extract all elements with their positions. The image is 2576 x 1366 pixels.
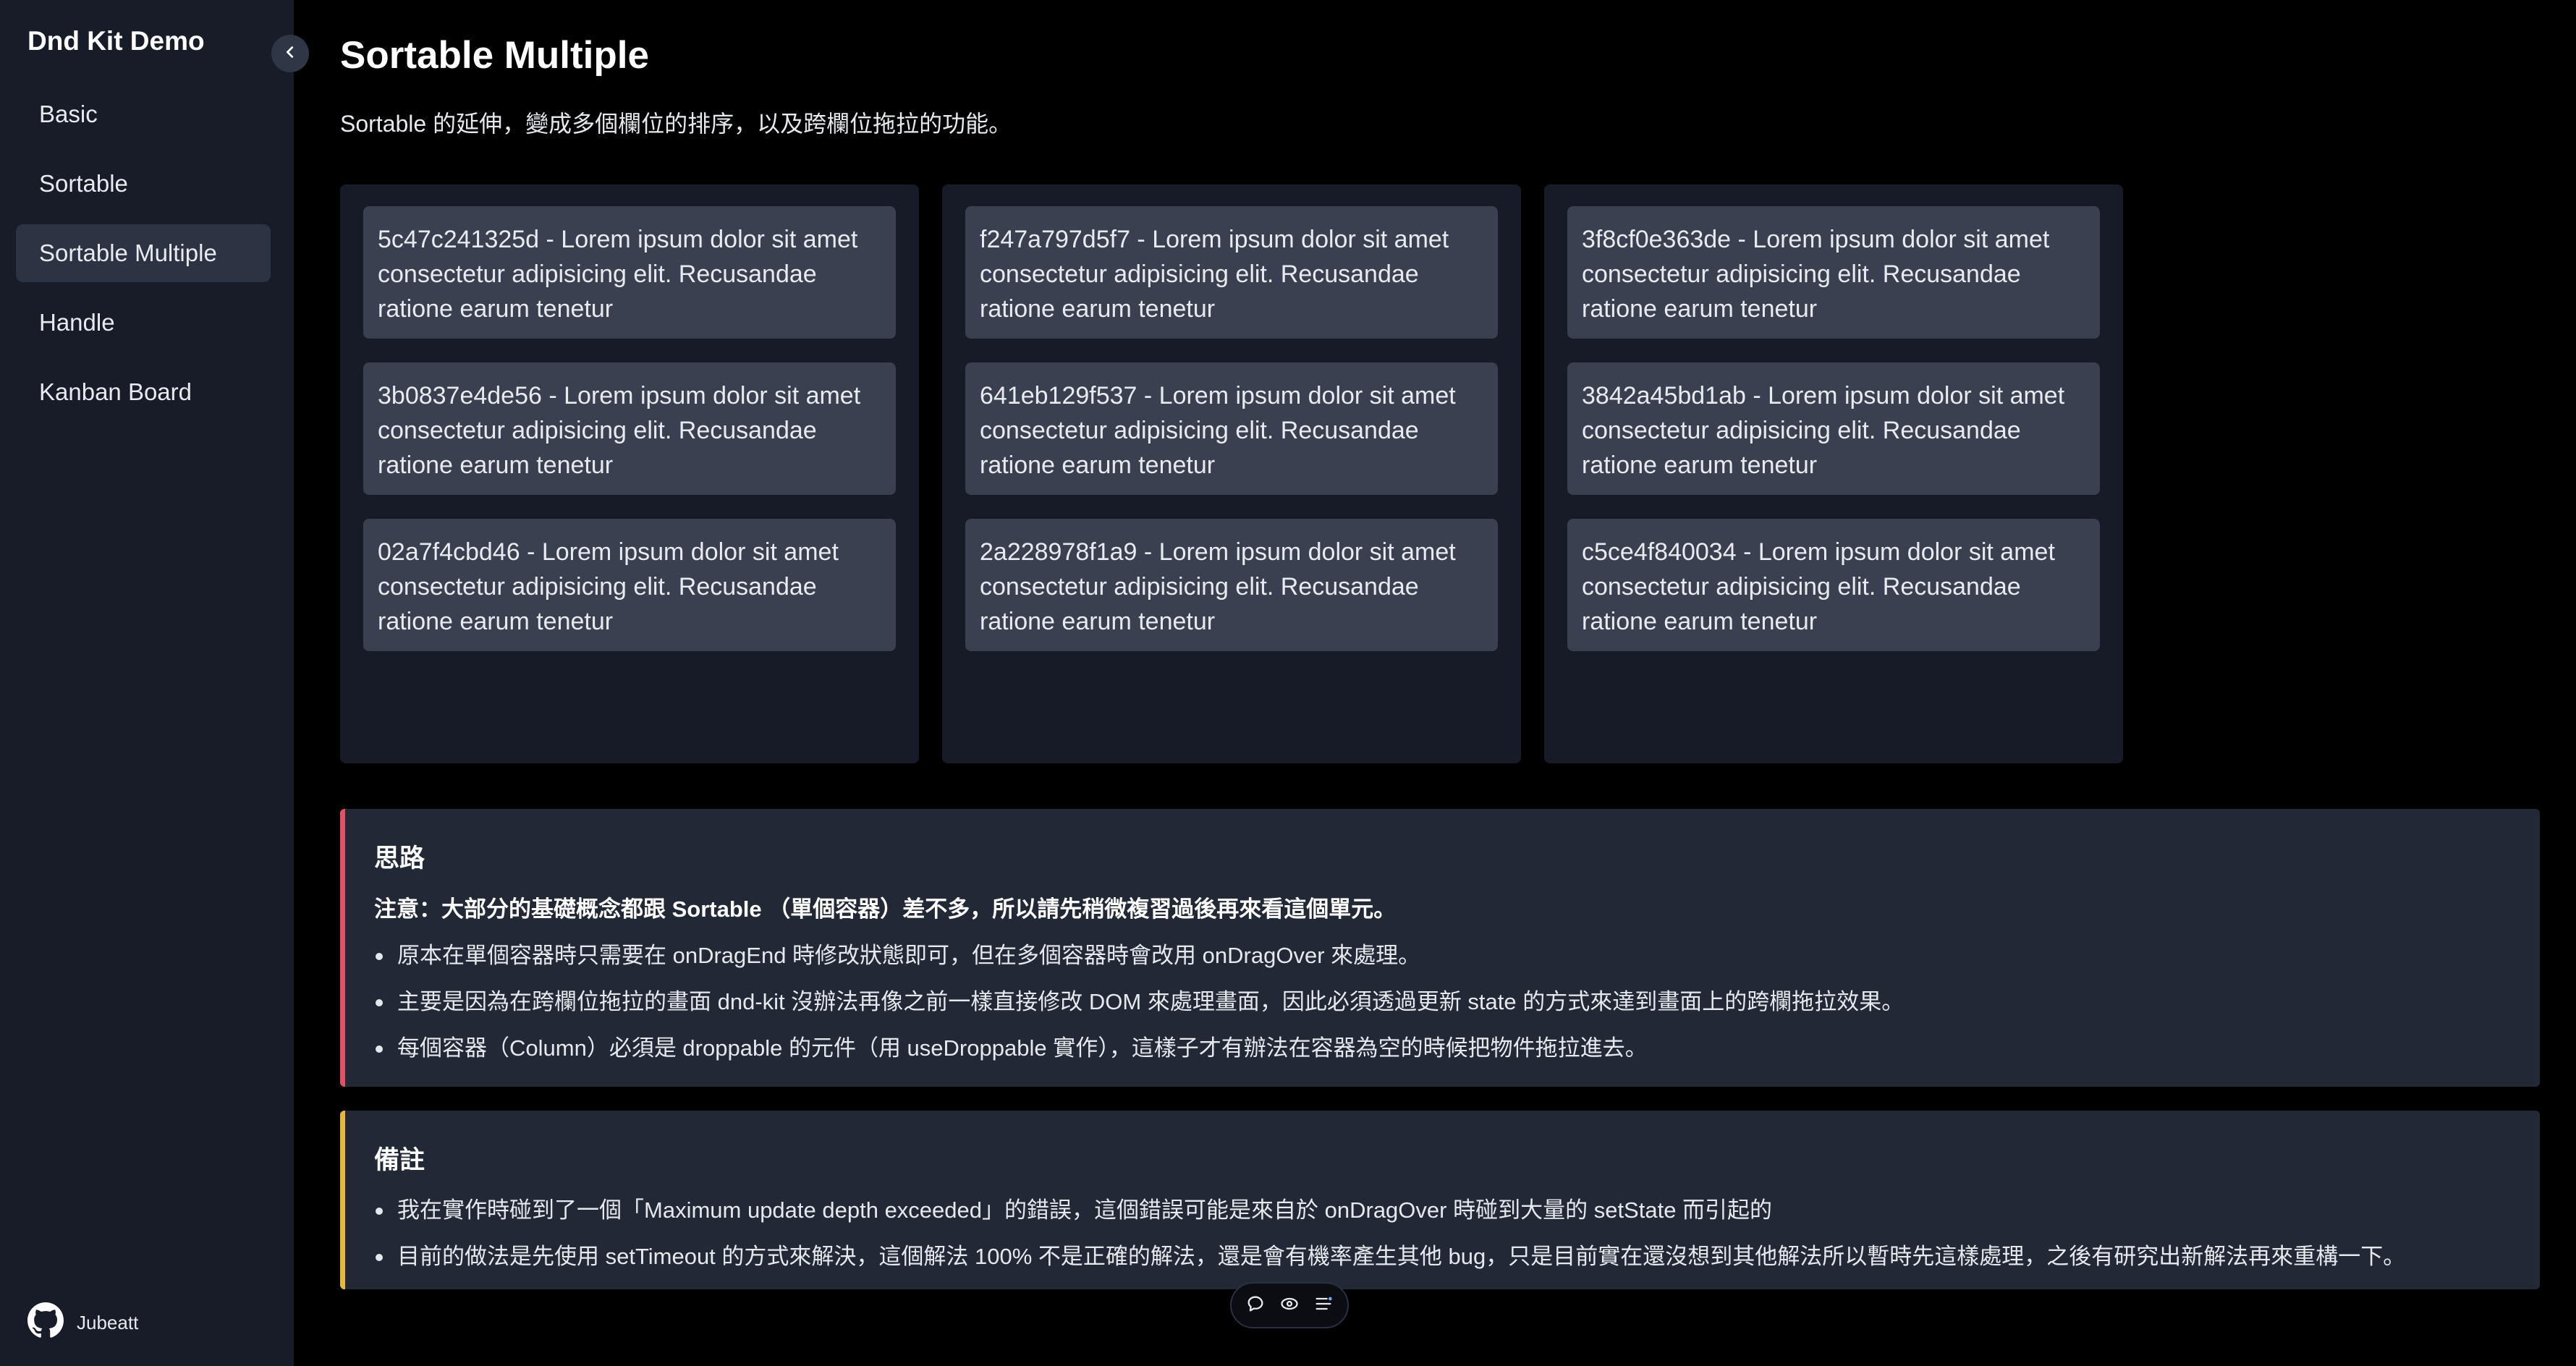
thoughts-note: 注意：大部分的基礎概念都跟 Sortable （單個容器）差不多，所以請先稍微複… — [374, 896, 1397, 922]
list-item: 目前的做法是先使用 setTimeout 的方式來解決，這個解法 100% 不是… — [374, 1239, 2540, 1285]
eye-icon[interactable] — [1279, 1294, 1300, 1318]
sortable-column-3[interactable]: 3f8cf0e363de - Lorem ipsum dolor sit ame… — [1544, 184, 2123, 763]
menu-icon[interactable] — [1313, 1294, 1334, 1318]
sidebar-item-sortable[interactable]: Sortable — [16, 155, 271, 213]
sidebar-collapse-button[interactable] — [271, 35, 309, 72]
github-icon — [27, 1302, 64, 1344]
sidebar-item-handle[interactable]: Handle — [16, 294, 271, 352]
sortable-card[interactable]: 2a228978f1a9 - Lorem ipsum dolor sit ame… — [965, 519, 1498, 651]
sortable-card[interactable]: 3f8cf0e363de - Lorem ipsum dolor sit ame… — [1567, 206, 2100, 339]
sortable-card[interactable]: 3842a45bd1ab - Lorem ipsum dolor sit ame… — [1567, 362, 2100, 495]
page-description: Sortable 的延伸，變成多個欄位的排序，以及跨欄位拖拉的功能。 — [340, 111, 1012, 137]
list-item: 每個容器（Column）必須是 droppable 的元件（用 useDropp… — [374, 1030, 2540, 1077]
sortable-card[interactable]: 5c47c241325d - Lorem ipsum dolor sit ame… — [363, 206, 896, 339]
chevron-left-icon — [282, 44, 298, 64]
sortable-card[interactable]: 02a7f4cbd46 - Lorem ipsum dolor sit amet… — [363, 519, 896, 651]
sidebar: Dnd Kit Demo Basic Sortable Sortable Mul… — [0, 0, 294, 1366]
github-username: Jubeatt — [77, 1312, 139, 1333]
sortable-card[interactable]: c5ce4f840034 - Lorem ipsum dolor sit ame… — [1567, 519, 2100, 651]
list-item: 我在實作時碰到了一個「Maximum update depth exceeded… — [374, 1192, 2540, 1239]
sortable-card[interactable]: f247a797d5f7 - Lorem ipsum dolor sit ame… — [965, 206, 1498, 339]
github-link[interactable]: Jubeatt — [27, 1302, 138, 1344]
sidebar-nav: Basic Sortable Sortable Multiple Handle … — [16, 85, 271, 433]
sortable-card[interactable]: 641eb129f537 - Lorem ipsum dolor sit ame… — [965, 362, 1498, 495]
sidebar-item-kanban-board[interactable]: Kanban Board — [16, 363, 271, 421]
sortable-column-1[interactable]: 5c47c241325d - Lorem ipsum dolor sit ame… — [340, 184, 919, 763]
remarks-callout: 備註 我在實作時碰到了一個「Maximum update depth excee… — [340, 1111, 2540, 1289]
list-item: 主要是因為在跨欄位拖拉的畫面 dnd-kit 沒辦法再像之前一樣直接修改 DOM… — [374, 984, 2540, 1030]
sortable-card[interactable]: 3b0837e4de56 - Lorem ipsum dolor sit ame… — [363, 362, 896, 495]
thoughts-callout: 思路 注意：大部分的基礎概念都跟 Sortable （單個容器）差不多，所以請先… — [340, 809, 2540, 1087]
sidebar-item-basic[interactable]: Basic — [16, 85, 271, 143]
remarks-list: 我在實作時碰到了一個「Maximum update depth exceeded… — [374, 1192, 2540, 1285]
sidebar-item-sortable-multiple[interactable]: Sortable Multiple — [16, 224, 271, 282]
thoughts-list: 原本在單個容器時只需要在 onDragEnd 時修改狀態即可，但在多個容器時會改… — [374, 938, 2540, 1077]
sortable-columns: 5c47c241325d - Lorem ipsum dolor sit ame… — [340, 184, 2123, 763]
floating-toolbar — [1230, 1282, 1349, 1328]
thoughts-title: 思路 — [374, 844, 425, 873]
sortable-column-2[interactable]: f247a797d5f7 - Lorem ipsum dolor sit ame… — [942, 184, 1521, 763]
list-item: 原本在單個容器時只需要在 onDragEnd 時修改狀態即可，但在多個容器時會改… — [374, 938, 2540, 984]
page-title: Sortable Multiple — [340, 34, 649, 77]
remarks-title: 備註 — [374, 1146, 425, 1174]
comment-icon[interactable] — [1245, 1294, 1266, 1318]
app-title: Dnd Kit Demo — [27, 26, 205, 56]
